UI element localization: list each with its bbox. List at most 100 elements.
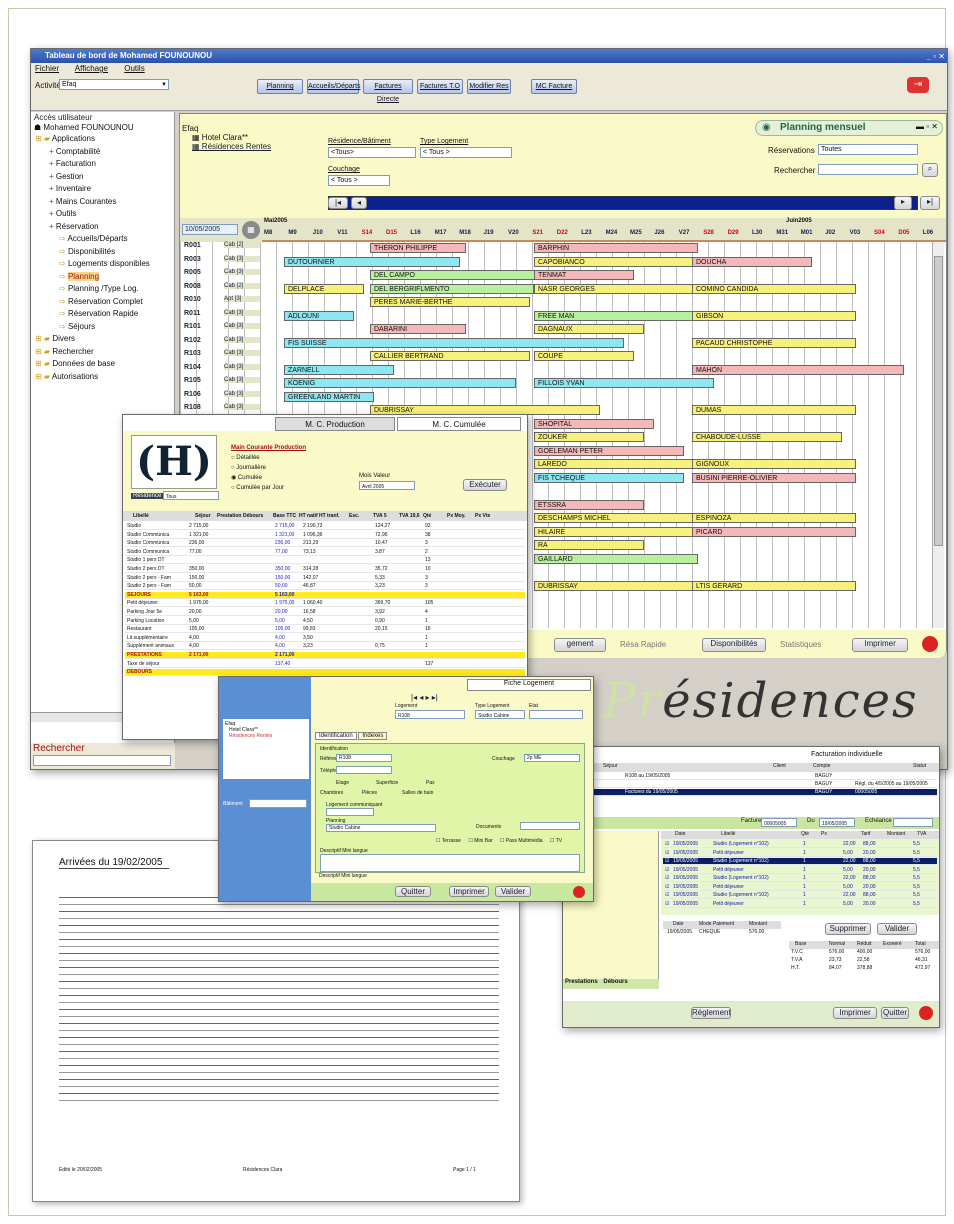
table-row[interactable]: Studio Communica 1 321,00 1 321,00 1 096,36… [125,532,525,539]
column-header[interactable]: Px [821,831,827,837]
exit-icon[interactable]: ⇥ [907,77,929,93]
sidebar-item[interactable]: ⇨ Planning [59,271,100,281]
tree-residences[interactable]: ▦ Résidences Rentes [182,142,317,151]
checkbox-icon[interactable]: ☑ [665,875,669,881]
reservation-bar[interactable]: ESPINOZA [692,513,856,523]
reservation-bar[interactable]: RA [534,540,644,550]
first-page-icon[interactable]: |◂ [328,197,348,209]
check-tv[interactable]: ☐ TV [550,838,562,844]
activity-select[interactable]: Efaq ▼ [59,79,169,90]
reservation-bar[interactable]: DEL CAMPO [370,270,546,280]
mois-select[interactable]: Avril 2005 [359,481,415,490]
sidebar-item[interactable]: ⊞ ▰ Données de base [35,359,115,368]
sidebar-item[interactable]: ⊞ ▰ Rechercher [35,347,94,356]
reservation-bar[interactable]: CALLIER BERTRAND [370,351,530,361]
reservation-bar[interactable]: GIGNOUX [692,459,856,469]
sidebar-item[interactable]: ⇨ Planning /Type Log. [59,284,139,293]
disponibilites-button[interactable]: Disponibilités [702,638,766,652]
reservation-bar[interactable]: DEL BERGRIFLMENTO [370,283,534,294]
reservation-bar[interactable]: NASR GEORGES [534,283,698,294]
tab-indexes[interactable]: Indexes [358,732,388,740]
reservation-bar[interactable]: CHABOUDE-LUSSE [692,432,842,442]
reservation-bar[interactable]: PERES MARIE-BERTHE [370,297,530,307]
reservation-bar[interactable]: DOUCHA [692,256,812,267]
option-cumulee[interactable]: ◉ Cumulée [231,473,284,483]
invoice-line[interactable]: ☑ 19/05/2005 Studio (Logement n°102) 1 22,00… [663,858,937,865]
sidebar-item[interactable]: ⇨ Disponibilités [59,247,115,256]
window-controls[interactable]: _ ▫ ✕ [927,50,945,64]
reservation-bar[interactable]: LTIS GERARD [692,580,856,591]
reservation-bar[interactable]: PACAUD CHRISTOPHE [692,337,856,348]
checkbox-icon[interactable]: ☑ [665,867,669,873]
search-icon[interactable]: ⌕ [922,163,938,177]
sidebar-item[interactable]: ⇨ Réservation Complet [59,297,143,306]
sidebar-item[interactable]: ⊞ ▰ Applications [35,134,95,143]
reservation-bar[interactable]: BARPHIN [534,243,698,253]
column-header[interactable]: Px Vte [475,513,490,519]
telephone-field[interactable] [336,766,392,774]
reservation-bar[interactable]: THERON PHILIPPE [370,243,466,253]
type-select[interactable]: Studio Cabine [475,710,525,719]
check-minibar[interactable]: ☐ Mini Bar [468,838,492,844]
menu-fichier[interactable]: Fichier [35,64,59,73]
date-nav-bar[interactable]: |◂ ◂ [328,196,918,210]
mc-residence-select[interactable]: Tous [163,491,219,500]
toolbar-modifier-button[interactable]: Modifier Res [467,79,511,94]
invoice-line[interactable]: ☑ 19/05/2005 Petit déjeuner 1 5,00 20,00 5,5 [663,901,937,908]
reservation-bar[interactable]: MAHON [692,364,904,375]
valider-button[interactable]: Valider [495,886,531,897]
reservation-bar[interactable]: GREENLAND MARTIN [284,391,374,402]
column-header[interactable]: Séjour [195,513,211,519]
column-header[interactable]: Libellé [133,513,149,519]
column-header[interactable]: Débours [243,513,263,519]
table-row[interactable]: Restaurant 105,00 105,00 99,83 20,15 15 [125,626,525,634]
imprimer-button[interactable]: Imprimer [852,638,908,652]
reservations-select[interactable]: Toutes [818,144,918,155]
tab-mc-cumulee[interactable]: M. C. Cumulée [397,417,521,431]
column-header[interactable]: TVA 19,6 [399,513,420,519]
sejour-row[interactable]: 3/10/2005R108 au 19/05/2005BAGUY [565,773,937,780]
close-icon[interactable] [573,886,585,898]
column-header[interactable]: Px Moy. [447,513,466,519]
reservation-bar[interactable]: KOENIG [284,378,516,388]
sidebar-item[interactable]: ⊞ ▰ Divers [35,334,75,343]
checkbox-icon[interactable]: ☑ [665,850,669,856]
facture-number[interactable]: 00005005 [761,818,797,827]
planning-row[interactable]: R010 Apt [3] [180,296,930,307]
table-row[interactable]: SEJOURS 5 163,00 5 163,00 [125,591,525,599]
reservation-bar[interactable]: FIS SUISSE [284,337,624,348]
reservation-bar[interactable]: GIBSON [692,310,856,321]
residence-select[interactable]: <Tous> [328,147,416,158]
reservation-bar[interactable]: DELPLACE [284,283,364,294]
valider-button[interactable]: Valider [877,923,917,935]
option-journaliere[interactable]: ○ Journalière [231,463,284,473]
table-row[interactable]: Supplément animaux 4,00 4,00 3,23 0,75 1 [125,643,525,651]
statistiques-button[interactable]: Statistiques [780,640,821,649]
close-icon[interactable] [922,636,938,652]
tree-hotel[interactable]: ▦ Hotel Clara** [182,133,317,142]
reservation-bar[interactable]: ZARNELL [284,364,394,375]
column-header[interactable]: Qté [423,513,431,519]
next-icon[interactable]: ▸ [894,196,912,210]
column-header[interactable]: Libellé [721,831,735,837]
reservation-bar[interactable]: PICARD [692,526,856,537]
reservation-bar[interactable]: FILLOIS YVAN [534,378,714,388]
sidebar-item[interactable]: ⇨ Séjours [59,322,95,331]
sidebar-item[interactable]: + Comptabilité [49,147,100,156]
checkbox-icon[interactable]: ☑ [665,901,669,907]
column-header[interactable]: Montant [887,831,905,837]
sidebar-item[interactable]: ⇨ Logements disponibles [59,259,150,268]
column-header[interactable]: Prestation [217,513,241,519]
table-row[interactable]: Studio Communica 236,00 236,00 213,29 10,47 3 [125,540,525,548]
sidebar-item[interactable]: + Inventaire [49,184,91,193]
sidebar-item[interactable]: ⊞ ▰ Autorisations [35,372,98,381]
table-row[interactable]: Parking Jour 5e 20,00 20,00 16,58 3,92 4 [125,609,525,616]
reservation-bar[interactable]: GAILLARD [534,553,698,564]
table-row[interactable]: Parking Location 5,00 5,00 4,50 0,90 1 [125,618,525,625]
tree-root[interactable]: Efaq [182,124,317,133]
last-page-icon[interactable]: ▸| [920,196,940,210]
first-icon[interactable]: |◂ ◂ ▸ ▸| [411,693,438,702]
executer-button[interactable]: Exécuter [463,479,507,491]
reservation-bar[interactable]: BUSINI PIERRE-OLIVIER [692,472,856,483]
reglement-button[interactable]: Règlement [691,1007,731,1019]
